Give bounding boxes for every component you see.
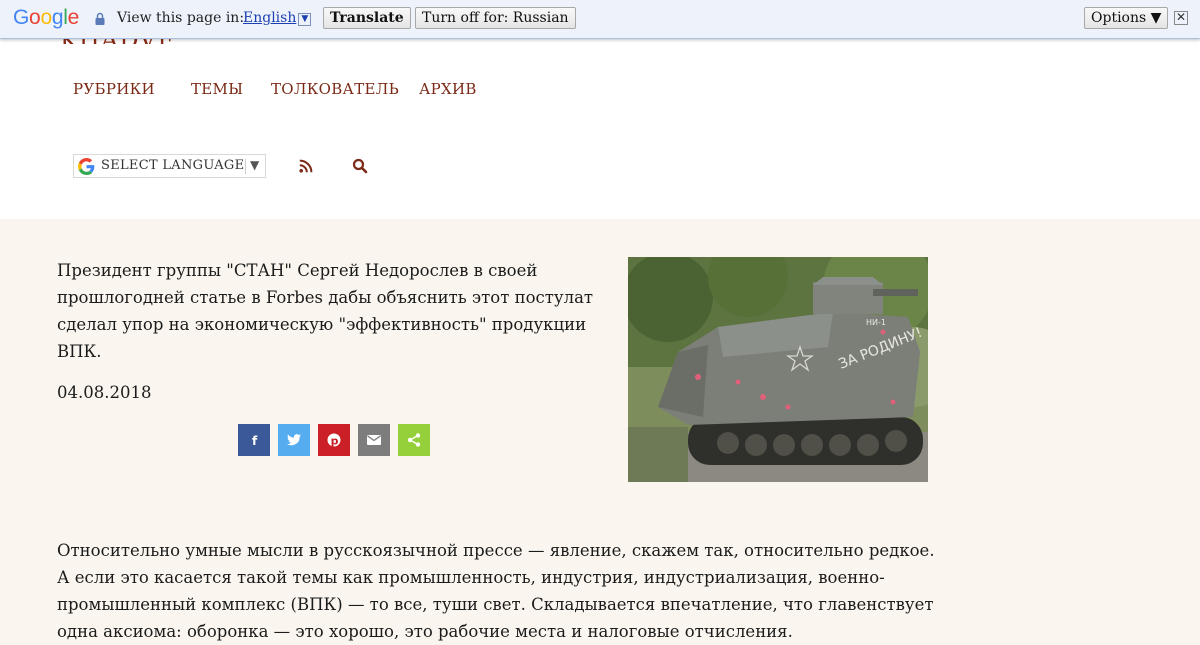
nav-item-temy[interactable]: ТЕМЫ	[191, 80, 243, 98]
dropdown-divider	[245, 159, 246, 174]
article-lead: Президент группы "СТАН" Сергей Недоросле…	[57, 261, 594, 361]
email-icon	[367, 435, 381, 445]
options-button[interactable]: Options ▼	[1084, 7, 1169, 29]
turn-off-translation-button[interactable]: Turn off for: Russian	[415, 7, 576, 29]
share-email-button[interactable]	[358, 424, 390, 456]
close-icon[interactable]: ✕	[1174, 11, 1188, 25]
article-photo-tank[interactable]: ЗА РОДИНУ! НИ-1	[628, 257, 928, 482]
svg-text:p: p	[331, 435, 339, 448]
share-facebook-button[interactable]: f	[238, 424, 270, 456]
google-translate-bar: Google View this page in: English ▼ Trans…	[0, 0, 1200, 39]
nav-item-arkhiv[interactable]: АРХИВ	[419, 80, 477, 98]
target-language-label: English	[243, 10, 297, 26]
svg-text:f: f	[252, 434, 258, 446]
share-pinterest-button[interactable]: p	[318, 424, 350, 456]
select-language-dropdown[interactable]: SELECT LANGUAGE ▼	[73, 154, 266, 178]
chevron-down-icon: ▼	[298, 13, 312, 26]
select-language-label: SELECT LANGUAGE	[101, 158, 245, 173]
article-date: 04.08.2018	[57, 383, 152, 402]
rss-icon[interactable]	[299, 159, 313, 173]
facebook-icon: f	[252, 434, 258, 446]
tank-tag-text: НИ-1	[866, 318, 886, 327]
lock-icon	[95, 12, 105, 25]
nav-item-rubriki[interactable]: РУБРИКИ	[73, 80, 155, 98]
search-icon[interactable]	[352, 158, 368, 174]
dropdown-arrow-icon: ▼	[250, 158, 260, 172]
pinterest-icon: p	[327, 433, 341, 447]
view-page-in-label: View this page in:	[117, 10, 245, 26]
nav-item-tolkovatel[interactable]: ТОЛКОВАТЕЛЬ	[271, 80, 399, 98]
article-body: Относительно умные мысли в русскоязычной…	[57, 541, 935, 641]
google-logo: Google	[13, 6, 79, 29]
translate-button[interactable]: Translate	[323, 7, 411, 29]
share-twitter-button[interactable]	[278, 424, 310, 456]
target-language-select[interactable]: English ▼	[243, 10, 312, 26]
google-g-icon	[78, 158, 95, 175]
share-sharethis-button[interactable]	[398, 424, 430, 456]
twitter-icon	[287, 434, 301, 446]
share-icon	[407, 433, 421, 447]
